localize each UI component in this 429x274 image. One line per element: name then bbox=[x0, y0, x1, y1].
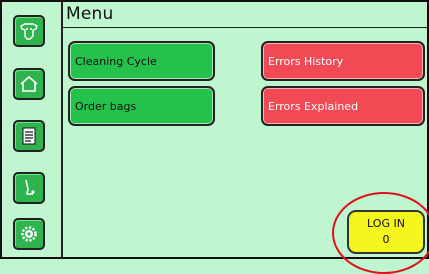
sidebar-item-documents[interactable] bbox=[13, 120, 45, 152]
leg-sensor-icon bbox=[18, 177, 40, 199]
cleaning-cycle-label: Cleaning Cycle bbox=[75, 54, 157, 68]
page-title: Menu bbox=[66, 4, 114, 24]
errors-history-button[interactable]: Errors History bbox=[261, 41, 425, 81]
sidebar bbox=[2, 2, 58, 257]
errors-explained-label: Errors Explained bbox=[268, 99, 359, 113]
home-icon bbox=[18, 73, 40, 95]
cleaning-cycle-button[interactable]: Cleaning Cycle bbox=[68, 41, 215, 81]
order-bags-label: Order bags bbox=[75, 99, 137, 113]
sidebar-item-leg-sensor[interactable] bbox=[13, 172, 45, 204]
highlight-circle-annotation bbox=[332, 192, 429, 274]
title-divider bbox=[63, 27, 427, 28]
errors-history-label: Errors History bbox=[268, 54, 344, 68]
sidebar-item-settings[interactable] bbox=[13, 218, 45, 250]
errors-explained-button[interactable]: Errors Explained bbox=[261, 86, 425, 126]
sidebar-item-home[interactable] bbox=[13, 68, 45, 100]
cow-head-icon bbox=[18, 20, 40, 42]
document-list-icon bbox=[18, 125, 40, 147]
sidebar-item-cow[interactable] bbox=[13, 15, 45, 47]
order-bags-button[interactable]: Order bags bbox=[68, 86, 215, 126]
gear-settings-icon bbox=[18, 223, 40, 245]
sidebar-divider bbox=[61, 2, 63, 257]
